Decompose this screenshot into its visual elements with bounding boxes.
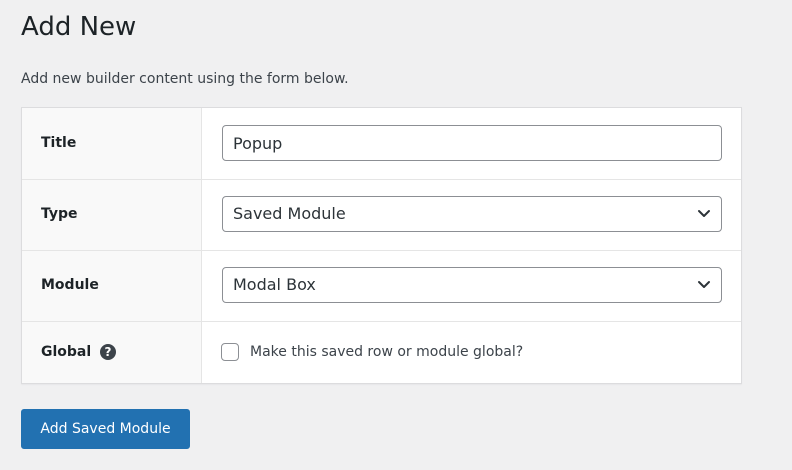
module-select-value: Modal Box (233, 275, 316, 294)
module-label: Module (41, 277, 99, 293)
module-select[interactable]: Modal Box (222, 267, 722, 303)
global-label: Global (41, 344, 92, 360)
title-label: Title (41, 135, 77, 151)
help-icon[interactable]: ? (100, 344, 116, 360)
type-row: Type Saved Module (22, 180, 741, 251)
global-row: Global ? Make this saved row or module g… (22, 322, 741, 383)
add-new-form: Title Type Saved Module Module Modal Box (21, 107, 742, 384)
title-row: Title (22, 108, 741, 180)
type-label-cell: Type (22, 180, 202, 250)
chevron-down-icon (698, 210, 710, 217)
global-checkbox[interactable] (221, 343, 239, 361)
type-label: Type (41, 206, 78, 222)
global-label-cell: Global ? (22, 322, 202, 383)
page-description: Add new builder content using the form b… (21, 71, 349, 87)
global-checkbox-label[interactable]: Make this saved row or module global? (250, 342, 523, 362)
type-select-value: Saved Module (233, 204, 346, 223)
module-label-cell: Module (22, 251, 202, 321)
chevron-down-icon (698, 281, 710, 288)
type-select[interactable]: Saved Module (222, 196, 722, 232)
module-row: Module Modal Box (22, 251, 741, 322)
title-input[interactable] (222, 125, 722, 161)
add-saved-module-button[interactable]: Add Saved Module (21, 409, 190, 449)
title-label-cell: Title (22, 108, 202, 179)
page-title: Add New (21, 12, 137, 42)
